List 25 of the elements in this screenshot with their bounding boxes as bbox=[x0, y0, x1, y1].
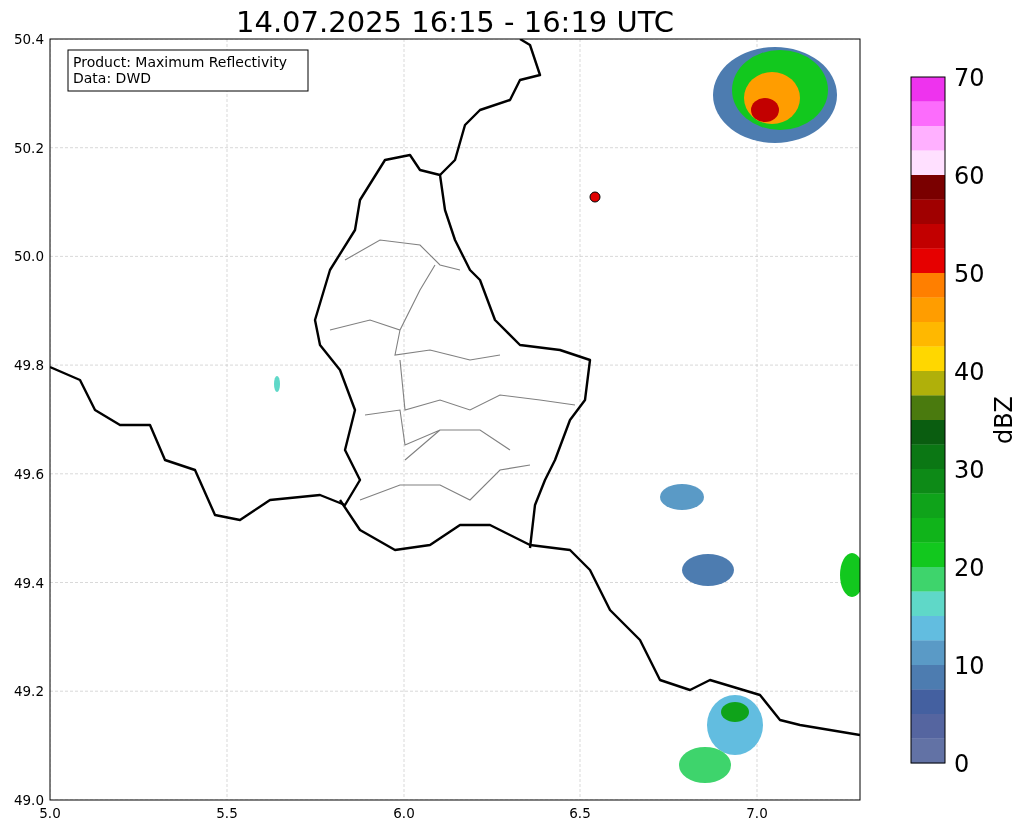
colorbar-label: dBZ bbox=[990, 395, 1018, 445]
colorbar-tick-label: 60 bbox=[954, 162, 985, 190]
y-tick-label: 50.0 bbox=[13, 248, 44, 265]
y-tick-label: 50.2 bbox=[13, 139, 44, 156]
colorbar-tick-label: 20 bbox=[954, 554, 985, 582]
colorbar-tick-label: 50 bbox=[954, 260, 985, 288]
colorbar-tick-label: 0 bbox=[954, 750, 970, 778]
info-text: Product: Maximum Reflectivity bbox=[73, 54, 287, 70]
x-tick-label: 6.5 bbox=[569, 805, 591, 821]
y-tick-label: 49.2 bbox=[13, 683, 44, 700]
y-tick-label: 49.4 bbox=[13, 574, 44, 591]
colorbar-tick-label: 30 bbox=[954, 456, 985, 484]
colorbar-tick-label: 70 bbox=[954, 64, 985, 92]
x-tick-label: 6.0 bbox=[393, 805, 415, 821]
x-tick-label: 5.5 bbox=[216, 805, 238, 821]
y-tick-label: 49.8 bbox=[13, 357, 44, 374]
y-tick-label: 50.4 bbox=[13, 31, 44, 47]
colorbar-tick-label: 40 bbox=[954, 358, 985, 386]
chart-title: 14.07.2025 16:15 - 16:19 UTC bbox=[236, 5, 674, 39]
colorbar-tick-label: 10 bbox=[954, 652, 985, 680]
y-tick-label: 49.6 bbox=[13, 465, 44, 482]
x-tick-label: 7.0 bbox=[746, 805, 768, 821]
y-tick-label: 49.0 bbox=[13, 791, 44, 808]
x-tick-label: 5.0 bbox=[39, 805, 61, 821]
info-text: Data: DWD bbox=[73, 70, 151, 86]
